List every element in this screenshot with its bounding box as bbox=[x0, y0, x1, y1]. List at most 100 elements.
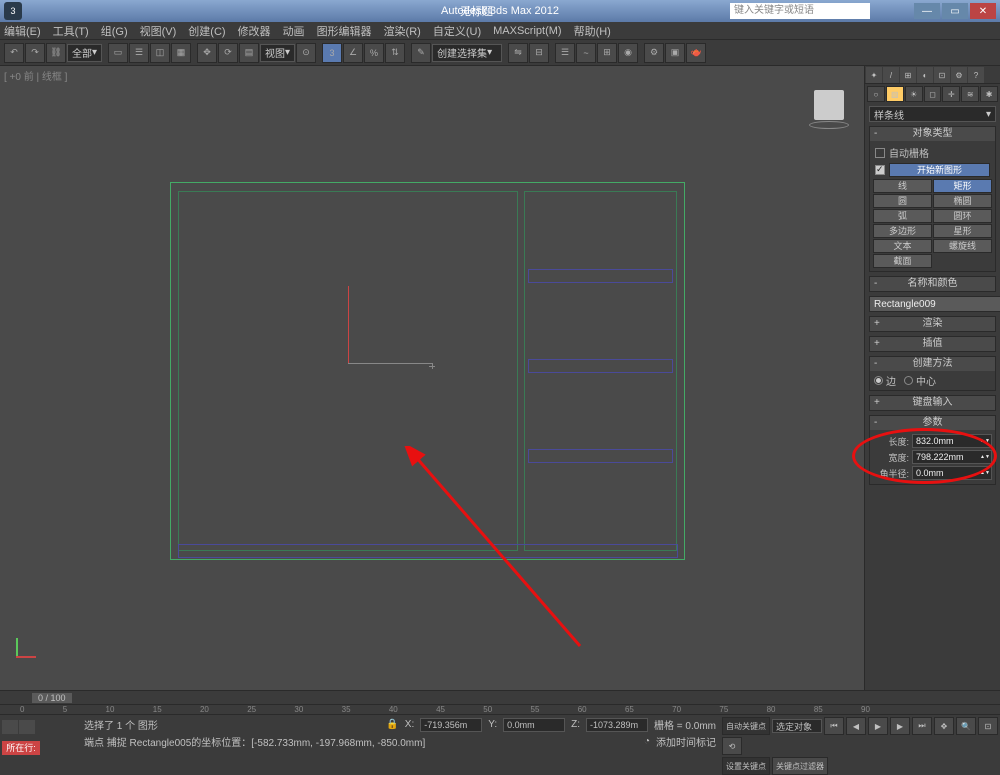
material-icon[interactable]: ◉ bbox=[618, 43, 638, 63]
menu-edit[interactable]: 编辑(E) bbox=[4, 23, 41, 39]
shelf-1[interactable] bbox=[528, 269, 673, 283]
z-coord[interactable]: -1073.289m bbox=[586, 718, 648, 732]
maxscript-mini-icon[interactable] bbox=[2, 720, 18, 734]
category-dropdown[interactable]: 样条线▾ bbox=[869, 106, 996, 122]
named-sel-dropdown[interactable]: 创建选择集 ▾ bbox=[432, 44, 502, 62]
time-slider[interactable]: 0 / 100 bbox=[0, 690, 1000, 704]
maximize-button[interactable]: ▭ bbox=[942, 3, 968, 19]
menu-customize[interactable]: 自定义(U) bbox=[433, 23, 481, 39]
shelf-3[interactable] bbox=[528, 449, 673, 463]
menu-help[interactable]: 帮助(H) bbox=[574, 23, 611, 39]
scale-icon[interactable]: ▤ bbox=[239, 43, 259, 63]
rollout-header-render[interactable]: +渲染 bbox=[870, 317, 995, 331]
goto-end-icon[interactable]: ⏭ bbox=[912, 717, 932, 735]
width-spinner[interactable]: 798.222mm▲▼ bbox=[912, 450, 992, 464]
zoom-extents-icon[interactable]: ⊡ bbox=[978, 717, 998, 735]
btn-circle[interactable]: 圆 bbox=[873, 194, 932, 208]
autokey-button[interactable]: 自动关键点 bbox=[722, 717, 770, 735]
menu-graph[interactable]: 图形编辑器 bbox=[317, 23, 372, 39]
lock-icon[interactable]: 🔒 bbox=[386, 719, 398, 730]
next-frame-icon[interactable]: ▶ bbox=[890, 717, 910, 735]
menu-views[interactable]: 视图(V) bbox=[140, 23, 177, 39]
panel-icon-1[interactable]: ✦ bbox=[866, 67, 882, 83]
render-frame-icon[interactable]: ▣ bbox=[665, 43, 685, 63]
btn-text[interactable]: 文本 bbox=[873, 239, 932, 253]
tab-lights[interactable]: ☀ bbox=[905, 86, 923, 102]
play-icon[interactable]: ▶ bbox=[868, 717, 888, 735]
tab-geometry[interactable]: ○ bbox=[867, 86, 885, 102]
panel-icon-7[interactable]: ? bbox=[968, 67, 984, 83]
link-icon[interactable]: ⛓ bbox=[46, 43, 66, 63]
menu-modifiers[interactable]: 修改器 bbox=[238, 23, 271, 39]
pan-icon[interactable]: ✥ bbox=[934, 717, 954, 735]
edit-named-sel-icon[interactable]: ✎ bbox=[411, 43, 431, 63]
viewcube-ring[interactable] bbox=[809, 121, 849, 129]
radius-spinner[interactable]: 0.0mm▲▼ bbox=[912, 466, 992, 480]
tab-systems[interactable]: ✱ bbox=[980, 86, 998, 102]
time-pos[interactable]: 0 / 100 bbox=[32, 693, 72, 703]
select-icon[interactable]: ▭ bbox=[108, 43, 128, 63]
select-region-icon[interactable]: ◫ bbox=[150, 43, 170, 63]
tab-space[interactable]: ≋ bbox=[961, 86, 979, 102]
add-time-label[interactable]: 添加时间标记 bbox=[656, 734, 716, 749]
tab-cameras[interactable]: ◻ bbox=[924, 86, 942, 102]
viewport[interactable]: [ +0 前 | 线框 ] bbox=[0, 66, 865, 690]
panel-icon-6[interactable]: ⚙ bbox=[951, 67, 967, 83]
goto-line-button[interactable]: 所在行: bbox=[2, 741, 40, 755]
setkey-button[interactable]: 设置关键点 bbox=[722, 757, 770, 775]
layer-dropdown[interactable]: 全部 ▾ bbox=[67, 44, 102, 62]
active-rectangle[interactable] bbox=[348, 286, 432, 364]
btn-ellipse[interactable]: 椭圆 bbox=[933, 194, 992, 208]
btn-donut[interactable]: 圆环 bbox=[933, 209, 992, 223]
panel-icon-2[interactable]: / bbox=[883, 67, 899, 83]
rollout-header-interp[interactable]: +插值 bbox=[870, 337, 995, 351]
curve-editor-icon[interactable]: ~ bbox=[576, 43, 596, 63]
y-coord[interactable]: 0.0mm bbox=[503, 718, 565, 732]
panel-icon-4[interactable]: ◐ bbox=[917, 67, 933, 83]
panel-icon-3[interactable]: ⊞ bbox=[900, 67, 916, 83]
spinner-snap-icon[interactable]: ⇅ bbox=[385, 43, 405, 63]
time-track[interactable]: 051015202530354045505560657075808590 bbox=[0, 704, 1000, 714]
btn-ngon[interactable]: 多边形 bbox=[873, 224, 932, 238]
window-crossing-icon[interactable]: ▦ bbox=[171, 43, 191, 63]
prev-frame-icon[interactable]: ◀ bbox=[846, 717, 866, 735]
close-button[interactable]: ✕ bbox=[970, 3, 996, 19]
rollout-header-name[interactable]: -名称和颜色 bbox=[870, 277, 995, 291]
percent-snap-icon[interactable]: % bbox=[364, 43, 384, 63]
search-input[interactable]: 键入关键字或短语 bbox=[730, 3, 870, 19]
rectangle-left[interactable] bbox=[178, 191, 518, 551]
autogrid-checkbox[interactable] bbox=[875, 148, 885, 158]
rotate-icon[interactable]: ⟳ bbox=[218, 43, 238, 63]
menu-tools[interactable]: 工具(T) bbox=[53, 23, 89, 39]
menu-create[interactable]: 创建(C) bbox=[188, 23, 225, 39]
snap-toggle-icon[interactable]: 3 bbox=[322, 43, 342, 63]
tab-shapes[interactable]: ▨ bbox=[886, 86, 904, 102]
viewport-label[interactable]: [ +0 前 | 线框 ] bbox=[4, 68, 67, 83]
menu-maxscript[interactable]: MAXScript(M) bbox=[493, 25, 561, 37]
select-name-icon[interactable]: ☰ bbox=[129, 43, 149, 63]
btn-arc[interactable]: 弧 bbox=[873, 209, 932, 223]
schematic-icon[interactable]: ⊞ bbox=[597, 43, 617, 63]
x-coord[interactable]: -719.356m bbox=[420, 718, 482, 732]
sel-obj-dropdown[interactable]: 选定对象 bbox=[772, 719, 822, 733]
radio-center[interactable]: 中心 bbox=[904, 373, 936, 388]
app-logo[interactable]: 3 bbox=[4, 2, 22, 20]
time-tag-icon[interactable]: ◔ bbox=[644, 736, 650, 747]
radio-edge[interactable]: 边 bbox=[874, 373, 896, 388]
base-shelf[interactable] bbox=[178, 544, 678, 558]
listener-icon[interactable] bbox=[19, 720, 35, 734]
goto-start-icon[interactable]: ⏮ bbox=[824, 717, 844, 735]
shelf-2[interactable] bbox=[528, 359, 673, 373]
object-name-input[interactable] bbox=[869, 296, 1000, 312]
rollout-header-objtype[interactable]: -对象类型 bbox=[870, 127, 995, 141]
btn-star[interactable]: 星形 bbox=[933, 224, 992, 238]
btn-line[interactable]: 线 bbox=[873, 179, 932, 193]
menu-rendering[interactable]: 渲染(R) bbox=[384, 23, 421, 39]
menu-group[interactable]: 组(G) bbox=[101, 23, 128, 39]
ref-coord-dropdown[interactable]: 视图 ▾ bbox=[260, 44, 295, 62]
rollout-header-keyboard[interactable]: +键盘输入 bbox=[870, 396, 995, 410]
orbit-icon[interactable]: ⟲ bbox=[722, 737, 742, 755]
startnew-checkbox[interactable] bbox=[875, 165, 885, 175]
btn-helix[interactable]: 螺旋线 bbox=[933, 239, 992, 253]
rollout-header-params[interactable]: -参数 bbox=[870, 416, 995, 430]
